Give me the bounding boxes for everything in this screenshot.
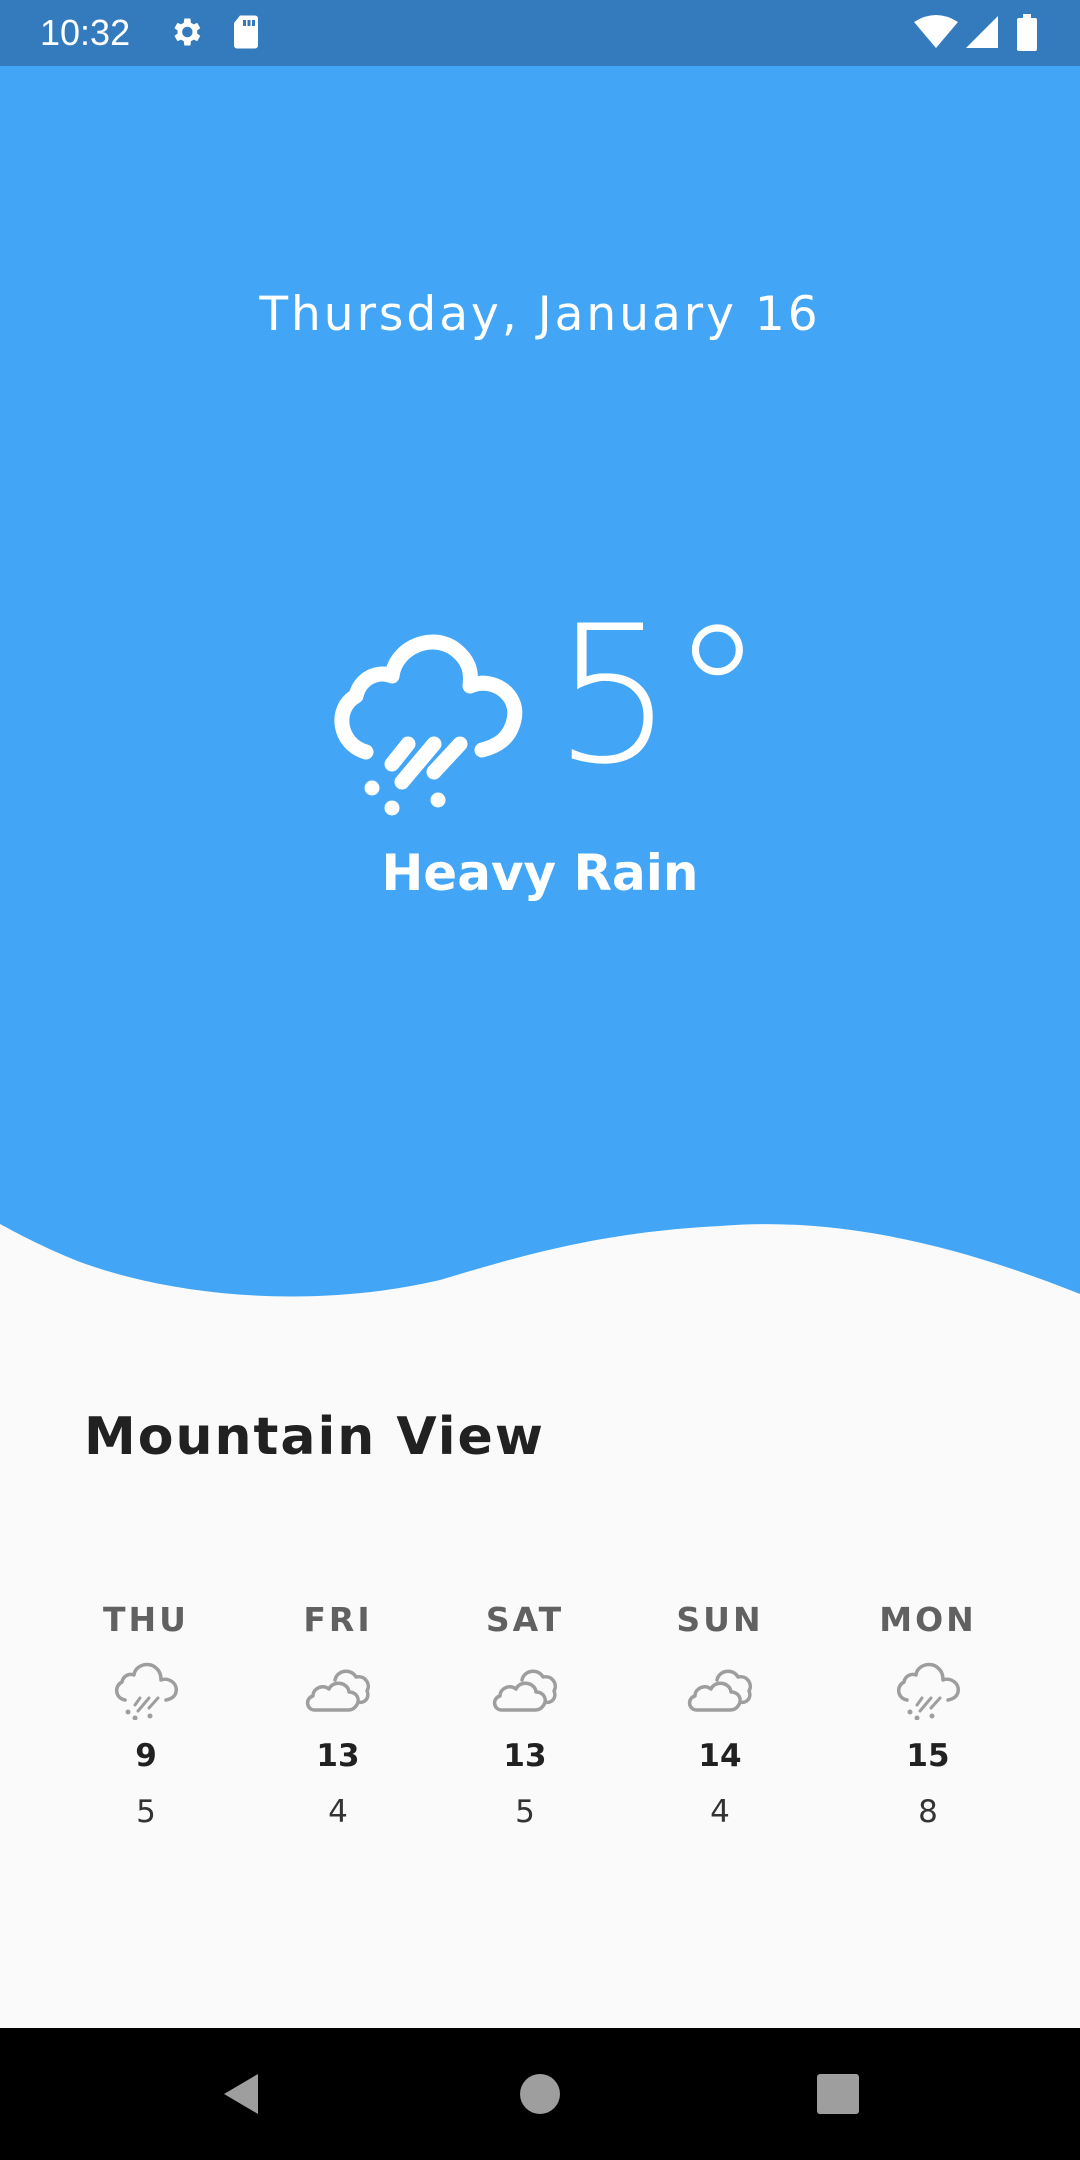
forecast-high: 15 [906, 1738, 950, 1774]
forecast-high: 14 [698, 1738, 742, 1774]
forecast-day: SUN 14 4 [640, 1590, 800, 1832]
forecast-day: SAT 13 5 [445, 1590, 605, 1832]
forecast-day-name: THU [103, 1600, 189, 1639]
forecast-day: FRI 13 4 [258, 1590, 418, 1832]
forecast-low: 5 [136, 1794, 156, 1830]
forecast-day-name: SUN [676, 1600, 764, 1639]
forecast-high: 13 [503, 1738, 547, 1774]
forecast-day: MON 15 8 [848, 1590, 1008, 1832]
current-temperature: 5° [553, 585, 765, 806]
gear-icon [174, 18, 201, 46]
cloudy-icon [687, 1669, 752, 1712]
forecast-high: 13 [316, 1738, 360, 1774]
cloudy-icon [305, 1669, 370, 1712]
heavy-rain-icon [334, 634, 523, 816]
forecast-high: 9 [135, 1738, 157, 1774]
hero-wave-background [0, 66, 1080, 1297]
navigation-bar [0, 2028, 1080, 2160]
home-icon[interactable] [519, 2070, 561, 2118]
forecast-low: 4 [710, 1794, 730, 1830]
battery-icon [1017, 14, 1037, 51]
cloudy-icon [492, 1669, 557, 1712]
heavy-rain-icon [897, 1662, 960, 1720]
status-time: 10:32 [40, 12, 131, 53]
cell-signal-icon [966, 16, 998, 48]
forecast-day: THU 9 5 [66, 1590, 226, 1832]
forecast-day-name: SAT [485, 1600, 565, 1639]
wifi-icon [914, 15, 958, 48]
sd-card-icon [234, 15, 258, 49]
forecast-low: 4 [328, 1794, 348, 1830]
forecast-row: THU 9 5 FRI 13 4 SAT 13 5 SUN 14 4 MON 1… [0, 1590, 1080, 1850]
current-condition: Heavy Rain [381, 844, 699, 902]
forecast-low: 8 [918, 1794, 938, 1830]
back-icon[interactable] [218, 2070, 262, 2118]
current-weather-hero: Thursday, January 16 5° Heavy Rain [0, 66, 1080, 1306]
forecast-low: 5 [515, 1794, 535, 1830]
forecast-day-name: FRI [303, 1600, 373, 1639]
current-date: Thursday, January 16 [259, 287, 821, 342]
heavy-rain-icon [115, 1662, 178, 1720]
recents-icon[interactable] [817, 2070, 859, 2118]
status-bar: 10:32 [0, 0, 1080, 66]
location-name: Mountain View [84, 1407, 545, 1467]
forecast-day-name: MON [879, 1600, 977, 1639]
